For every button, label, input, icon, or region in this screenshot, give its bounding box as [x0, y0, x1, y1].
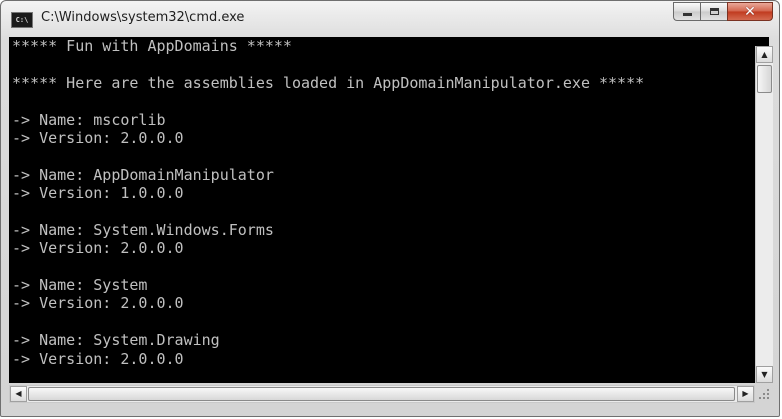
console-line: -> Name: System.Drawing: [12, 331, 220, 350]
horizontal-scroll-thumb[interactable]: [28, 387, 735, 401]
window-title: C:\Windows\system32\cmd.exe: [41, 10, 245, 25]
console-line: -> Name: mscorlib: [12, 110, 166, 129]
scroll-left-icon[interactable]: ◀: [10, 386, 27, 402]
console-output[interactable]: ***** Fun with AppDomains ***** ***** Her…: [9, 37, 769, 383]
minimize-icon: [682, 13, 692, 16]
console-line: ***** Here are the assemblies loaded in …: [12, 73, 645, 92]
cmd-icon-label: C:\: [15, 16, 29, 24]
maximize-button[interactable]: [700, 2, 727, 21]
scroll-down-icon[interactable]: ▼: [756, 366, 773, 383]
console-line: -> Version: 2.0.0.0: [12, 239, 184, 258]
close-icon: ✕: [744, 3, 756, 20]
scroll-right-icon[interactable]: ▶: [737, 386, 754, 402]
title-bar[interactable]: C:\ C:\Windows\system32\cmd.exe ✕: [1, 1, 779, 37]
console-line: -> Name: System: [12, 276, 148, 295]
minimize-button[interactable]: [673, 2, 700, 21]
console-line: -> Version: 1.0.0.0: [12, 184, 184, 203]
vertical-scrollbar[interactable]: ▲ ▼: [755, 46, 773, 383]
caption-buttons: ✕: [673, 2, 773, 22]
cmd-app-icon[interactable]: C:\: [11, 12, 33, 28]
console-line: -> Version: 2.0.0.0: [12, 128, 184, 147]
scroll-up-icon[interactable]: ▲: [756, 46, 773, 63]
maximize-icon: [709, 8, 719, 15]
resize-grip-icon[interactable]: [757, 387, 771, 401]
console-line: -> Version: 2.0.0.0: [12, 349, 184, 368]
horizontal-scrollbar[interactable]: ◀ ▶: [9, 385, 755, 403]
console-line: -> Name: System.Windows.Forms: [12, 220, 274, 239]
console-line: -> Version: 2.0.0.0: [12, 294, 184, 313]
vertical-scroll-thumb[interactable]: [757, 65, 772, 93]
console-line: -> Name: AppDomainManipulator: [12, 165, 274, 184]
close-button[interactable]: ✕: [727, 2, 773, 21]
console-window: C:\ C:\Windows\system32\cmd.exe ✕ ***** …: [0, 0, 780, 417]
console-line: ***** Fun with AppDomains *****: [12, 37, 292, 55]
